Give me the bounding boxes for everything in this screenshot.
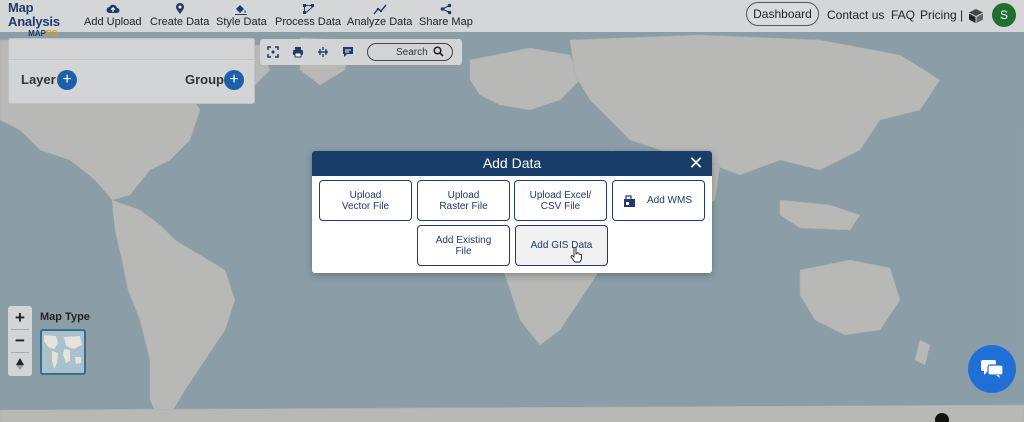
option-label: Add Existing File: [435, 234, 492, 257]
nav-process-data[interactable]: Process Data: [275, 2, 341, 29]
group-label: Group: [185, 72, 224, 87]
add-existing-file-button[interactable]: Add Existing File: [417, 225, 510, 266]
nav-label: Process Data: [275, 16, 342, 28]
modal-title: Add Data: [482, 155, 542, 171]
option-label: Add GIS Data: [530, 240, 593, 251]
brand-name: Map Analysis: [8, 0, 60, 29]
dashboard-button[interactable]: Dashboard: [746, 2, 819, 26]
cloud-upload-icon: [106, 2, 120, 15]
option-label: Add WMS: [646, 195, 692, 206]
nav-share-map[interactable]: Share Map: [419, 2, 473, 29]
add-data-modal: Add Data ✕ Upload Vector File Upload Ras…: [312, 151, 712, 273]
map-type-thumbnail[interactable]: [40, 329, 86, 375]
zoom-in-button[interactable]: +: [8, 306, 32, 329]
nav-label: Share Map: [419, 16, 473, 28]
nav-label: Create Data: [150, 16, 210, 28]
north-arrow-icon: [16, 357, 24, 370]
measure-icon[interactable]: [315, 44, 331, 60]
option-label: Upload Excel/ CSV File: [529, 189, 592, 212]
map-type-label: Map Type: [40, 311, 90, 323]
add-layer-button[interactable]: +: [57, 70, 77, 90]
top-navbar: Map Analysis MAPRG Add Upload Create Dat…: [0, 0, 1024, 39]
layer-label: Layer: [21, 72, 56, 87]
map-toolbar: Search: [260, 39, 462, 65]
nav-analyze-data[interactable]: Analyze Data: [347, 2, 412, 29]
faq-link[interactable]: FAQ: [891, 8, 915, 22]
nav-label: Style Data: [216, 16, 267, 28]
upload-raster-file-button[interactable]: Upload Raster File: [417, 180, 510, 221]
process-nodes-icon: [302, 2, 315, 15]
map-thumbnail-image: [44, 335, 82, 369]
close-icon[interactable]: ✕: [686, 153, 706, 173]
upload-excel-csv-button[interactable]: Upload Excel/ CSV File: [514, 180, 607, 221]
nav-add-upload[interactable]: Add Upload: [84, 2, 142, 29]
pricing-link[interactable]: Pricing |: [920, 8, 963, 22]
zoom-out-button[interactable]: −: [8, 329, 32, 352]
nav-create-data[interactable]: Create Data: [150, 2, 209, 29]
user-avatar[interactable]: S: [992, 3, 1016, 27]
search-input[interactable]: Search: [367, 43, 453, 61]
nav-label: Add Upload: [84, 16, 142, 28]
map-pin-icon: [175, 2, 185, 15]
wms-layer-icon: [623, 195, 636, 211]
plus-icon: +: [62, 71, 72, 88]
add-wms-button[interactable]: Add WMS: [612, 180, 705, 221]
paint-bucket-icon: [234, 2, 248, 15]
nav-label: Analyze Data: [347, 16, 413, 28]
search-icon: [433, 46, 444, 60]
add-gis-data-button[interactable]: Add GIS Data: [515, 225, 608, 266]
info-icon[interactable]: [935, 413, 949, 422]
nav-style-data[interactable]: Style Data: [216, 2, 267, 29]
panel-divider: [9, 59, 254, 60]
option-label: Upload Raster File: [439, 189, 488, 212]
fullscreen-icon[interactable]: [265, 44, 281, 60]
contact-us-link[interactable]: Contact us: [827, 8, 884, 22]
analyze-chart-icon: [373, 2, 387, 15]
brand-logo[interactable]: Map Analysis MAPRG: [8, 0, 78, 39]
comment-icon[interactable]: [340, 44, 356, 60]
chat-bubble-icon: [981, 360, 1004, 378]
hand-pointer-icon: [570, 246, 582, 268]
plus-icon: +: [229, 71, 239, 88]
package-cube-icon[interactable]: [968, 8, 984, 29]
compass-north-button[interactable]: [8, 352, 32, 375]
modal-header: Add Data ✕: [312, 151, 712, 176]
add-group-button[interactable]: +: [224, 70, 244, 90]
live-chat-button[interactable]: [968, 345, 1016, 393]
layer-panel: Layer + Group +: [8, 38, 255, 104]
zoom-control: + −: [8, 306, 32, 376]
share-icon: [440, 2, 452, 15]
option-label: Upload Vector File: [341, 189, 390, 212]
upload-vector-file-button[interactable]: Upload Vector File: [319, 180, 412, 221]
print-icon[interactable]: [290, 44, 306, 60]
search-placeholder: Search: [396, 46, 428, 58]
